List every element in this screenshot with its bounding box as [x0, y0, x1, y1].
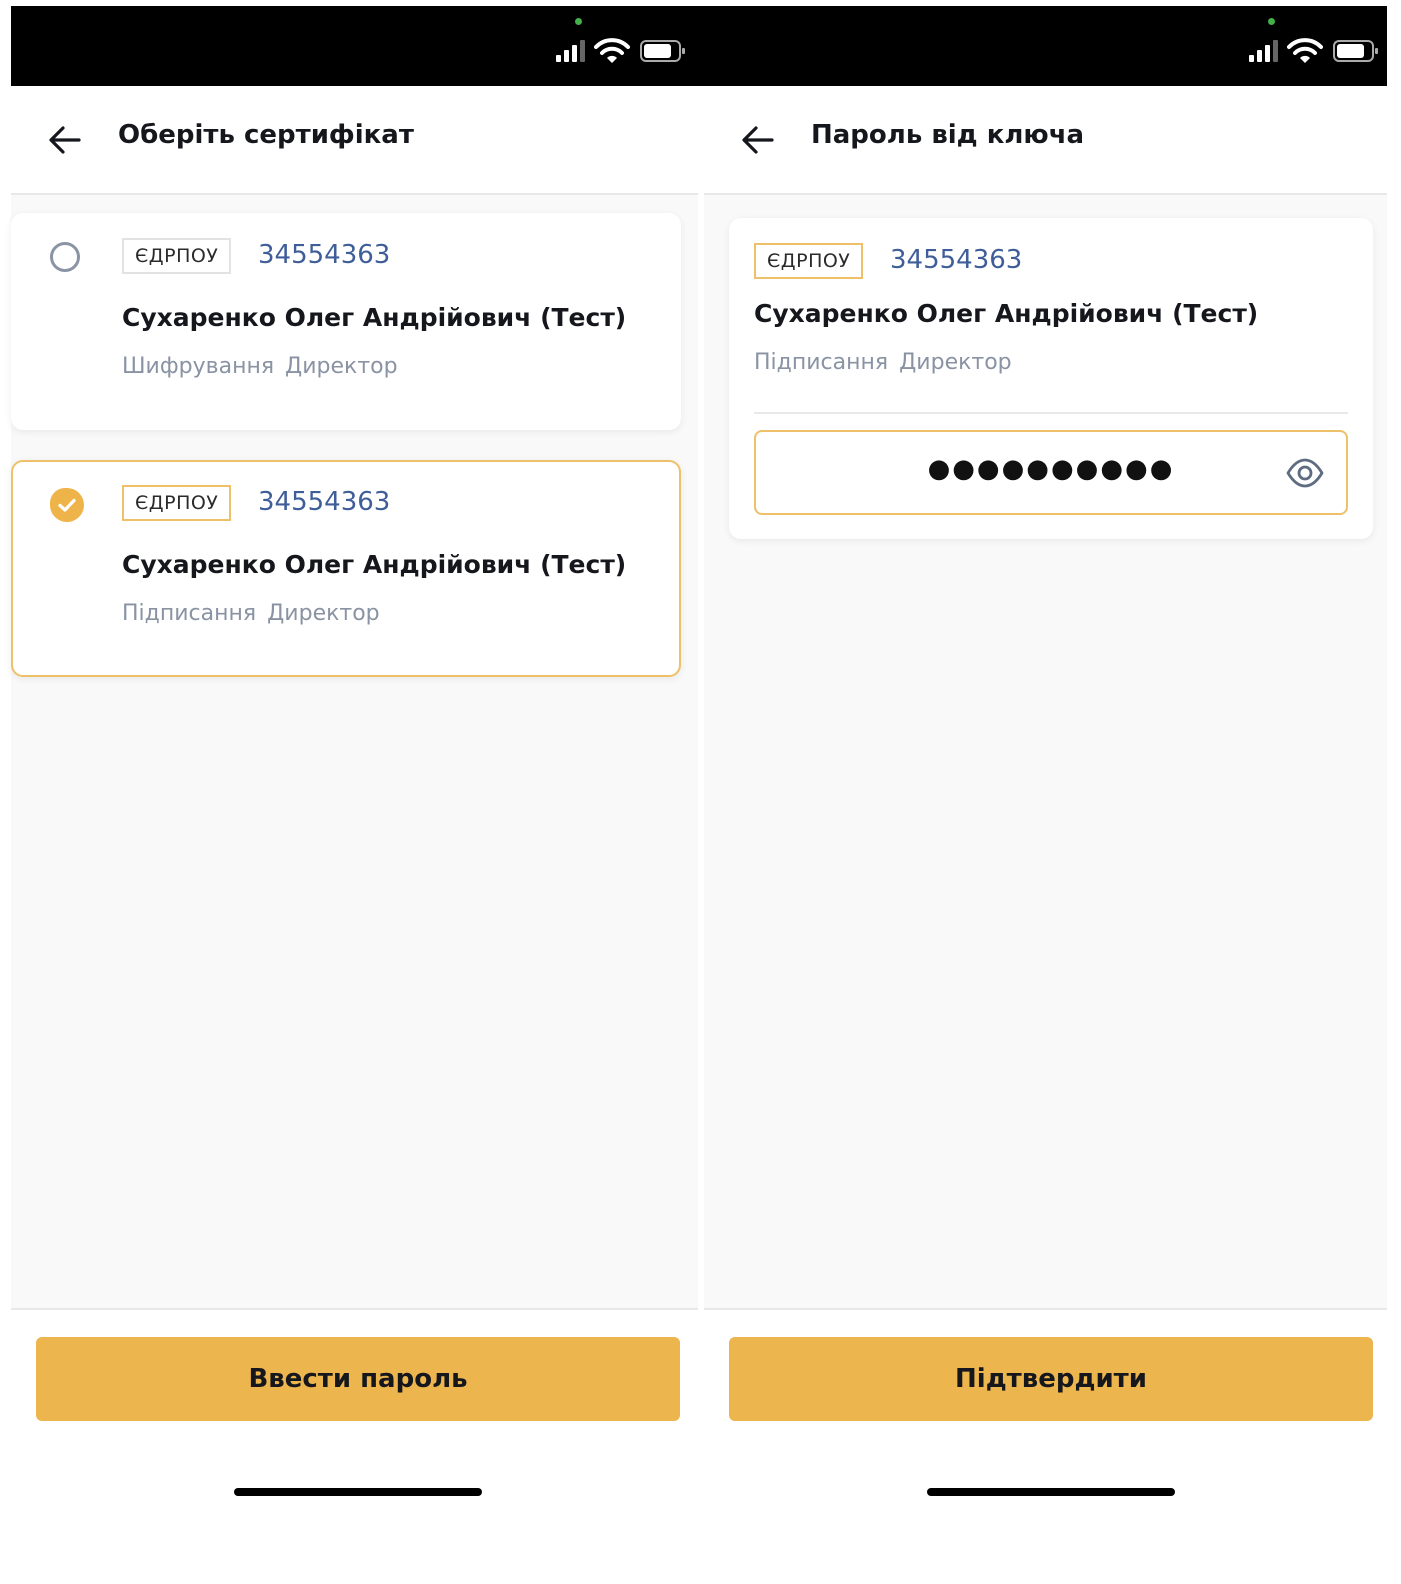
battery-icon	[640, 40, 685, 62]
certificate-owner-name: Сухаренко Олег Андрійович (Тест)	[754, 299, 1259, 328]
home-indicator	[927, 1488, 1175, 1496]
password-masked-value: ●●●●●●●●●●	[927, 454, 1175, 484]
certificate-type: Підписання Директор	[122, 601, 380, 626]
wifi-icon	[594, 38, 630, 63]
arrow-left-icon[interactable]	[47, 122, 83, 158]
certificate-type: Шифрування Директор	[122, 354, 398, 379]
eye-icon[interactable]	[1286, 454, 1324, 492]
camera-in-use-dot-icon	[575, 18, 582, 25]
edrpou-code: 34554363	[258, 487, 391, 517]
enter-password-button[interactable]: Ввести пароль	[36, 1337, 680, 1421]
home-indicator	[234, 1488, 482, 1496]
edrpou-badge: ЄДРПОУ	[122, 485, 232, 521]
certificate-type: Підписання Директор	[754, 350, 1012, 375]
edrpou-code: 34554363	[890, 245, 1023, 275]
bottom-bar: Ввести пароль	[11, 1308, 698, 1548]
key-password-screen: Пароль від ключа ЄДРПОУ 34554363 Сухарен…	[704, 86, 1387, 1548]
header: Оберіть сертифікат	[11, 86, 698, 195]
password-input[interactable]: ●●●●●●●●●●	[754, 430, 1348, 515]
wifi-icon	[1287, 38, 1323, 63]
cellular-signal-icon	[1249, 40, 1281, 62]
battery-icon	[1333, 40, 1378, 62]
certificate-owner-name: Сухаренко Олег Андрійович (Тест)	[122, 303, 627, 332]
certificate-password-card: ЄДРПОУ 34554363 Сухаренко Олег Андрійови…	[729, 218, 1373, 539]
edrpou-badge: ЄДРПОУ	[122, 238, 232, 274]
camera-in-use-dot-icon	[1268, 18, 1275, 25]
certificate-select-screen: Оберіть сертифікат ЄДРПОУ 34554363 Сухар…	[11, 86, 698, 1548]
confirm-button[interactable]: Підтвердити	[729, 1337, 1373, 1421]
radio-unchecked-icon[interactable]	[50, 242, 80, 272]
edrpou-code: 34554363	[258, 240, 391, 270]
status-bar	[11, 6, 1387, 86]
certificate-owner-name: Сухаренко Олег Андрійович (Тест)	[122, 550, 627, 579]
header: Пароль від ключа	[704, 86, 1387, 195]
arrow-left-icon[interactable]	[740, 122, 776, 158]
bottom-bar: Підтвердити	[704, 1308, 1387, 1548]
edrpou-badge: ЄДРПОУ	[754, 243, 864, 279]
cellular-signal-icon	[556, 40, 588, 62]
page-title: Оберіть сертифікат	[118, 120, 414, 150]
certificate-card-selected[interactable]: ЄДРПОУ 34554363 Сухаренко Олег Андрійови…	[11, 460, 681, 677]
status-icons-right	[1249, 18, 1378, 78]
radio-checked-icon[interactable]	[50, 488, 84, 522]
status-icons-left	[556, 18, 685, 78]
page-title: Пароль від ключа	[811, 120, 1085, 150]
certificate-card[interactable]: ЄДРПОУ 34554363 Сухаренко Олег Андрійови…	[11, 213, 681, 430]
divider	[754, 412, 1348, 414]
